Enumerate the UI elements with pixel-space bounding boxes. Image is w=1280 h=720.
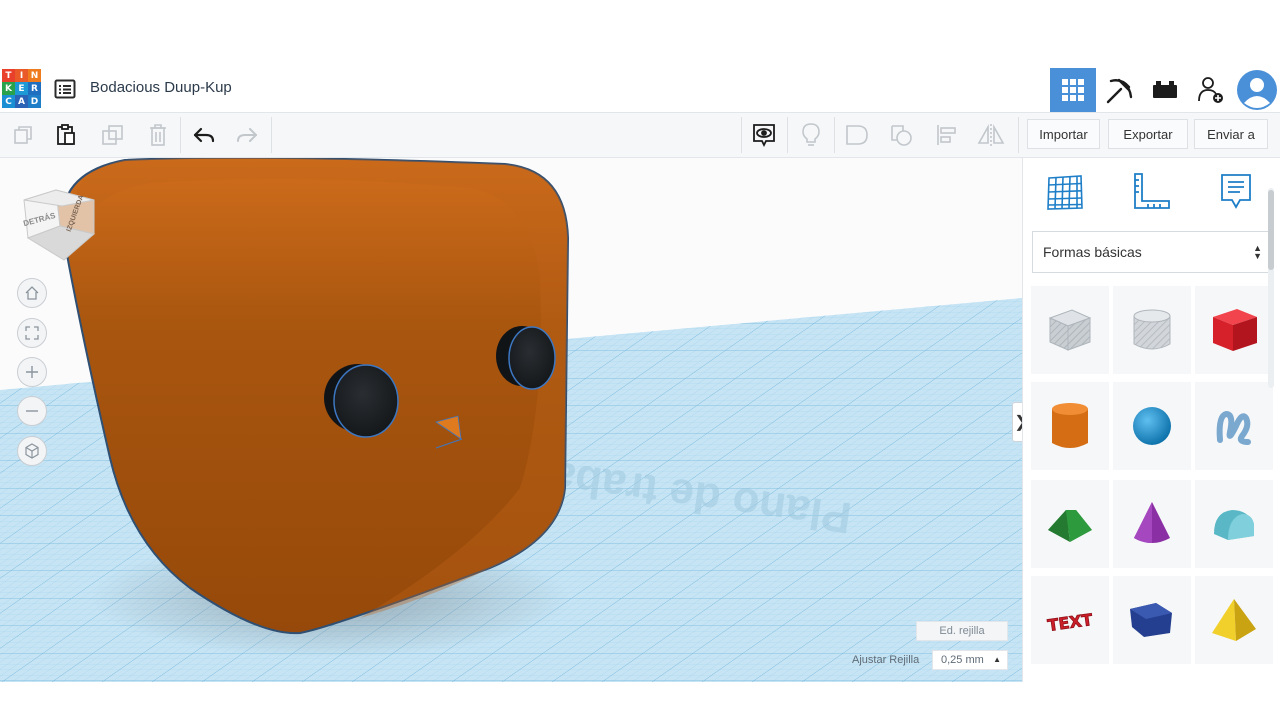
shapes-panel: Formas básicas ▲ ▼ TEXT <box>1022 158 1280 682</box>
tinkercad-app: T I N K E R C A D Bodacious Duup-Kup Imp… <box>0 68 1280 682</box>
logo-letter: C <box>2 95 15 108</box>
logo-letter: K <box>2 82 15 95</box>
send-to-button[interactable]: Enviar a <box>1194 119 1268 149</box>
undo-icon[interactable] <box>189 120 219 150</box>
3d-design-grid-icon[interactable] <box>1050 68 1096 112</box>
snap-grid-label: Ajustar Rejilla <box>852 654 920 666</box>
zoom-out-icon[interactable] <box>17 396 47 426</box>
home-icon[interactable] <box>17 278 47 308</box>
perspective-icon[interactable] <box>17 436 47 466</box>
duplicate-icon[interactable] <box>98 120 128 150</box>
collapse-panel-button[interactable]: ❯ <box>1012 402 1022 442</box>
group-icon[interactable] <box>842 120 872 150</box>
shape-scribble[interactable] <box>1195 382 1273 470</box>
toolbar-separator <box>834 117 835 153</box>
export-button[interactable]: Exportar <box>1108 119 1188 149</box>
3d-viewport[interactable]: Plano de trabajo DETRÁS IZQUIERDA Ed. re… <box>0 158 1022 682</box>
align-icon[interactable] <box>932 120 962 150</box>
shape-sphere[interactable] <box>1113 382 1191 470</box>
snap-grid-select[interactable]: 0,25 mm ▲ <box>932 650 1008 670</box>
toolbar-separator <box>741 117 742 153</box>
pickaxe-icon[interactable] <box>1096 68 1142 112</box>
ruler-icon[interactable] <box>1129 170 1173 214</box>
shape-round-roof[interactable] <box>1195 480 1273 568</box>
redo-icon[interactable] <box>232 120 262 150</box>
notes-eye-icon[interactable] <box>749 120 779 150</box>
light-bulb-icon[interactable] <box>796 120 826 150</box>
edit-toolbar: Importar Exportar Enviar a <box>0 113 1280 158</box>
caret-up-icon: ▲ <box>993 655 1001 664</box>
shape-text[interactable]: TEXT <box>1031 576 1109 664</box>
shape-pyramid[interactable] <box>1195 576 1273 664</box>
mirror-icon[interactable] <box>976 120 1006 150</box>
add-user-icon[interactable] <box>1188 68 1234 112</box>
zoom-in-icon[interactable] <box>17 357 47 387</box>
shape-cylinder-hole[interactable] <box>1113 286 1191 374</box>
shape-library-value: Formas básicas <box>1043 244 1142 260</box>
shape-library-select[interactable]: Formas básicas ▲ ▼ <box>1032 231 1271 273</box>
design-list-icon[interactable] <box>54 78 76 100</box>
select-arrows-icon: ▲ ▼ <box>1253 243 1262 261</box>
logo-letter: I <box>15 69 28 82</box>
ungroup-icon[interactable] <box>887 120 917 150</box>
toolbar-separator <box>787 117 788 153</box>
toolbar-separator <box>1018 117 1019 153</box>
workplane-grid-icon[interactable] <box>1043 170 1087 214</box>
view-cube[interactable]: DETRÁS IZQUIERDA <box>18 182 102 266</box>
toolbar-separator <box>271 117 272 153</box>
copy-icon[interactable] <box>8 120 38 150</box>
paste-icon[interactable] <box>51 120 81 150</box>
logo-letter: E <box>15 82 28 95</box>
shape-roof[interactable] <box>1031 480 1109 568</box>
text-shape-glyph: TEXT <box>1046 610 1093 635</box>
logo-letter: T <box>2 69 15 82</box>
top-right-icons <box>1050 68 1280 112</box>
shape-box[interactable] <box>1195 286 1273 374</box>
toolbar-separator <box>180 117 181 153</box>
logo-letter: D <box>28 95 41 108</box>
shape-cone[interactable] <box>1113 480 1191 568</box>
edit-grid-button[interactable]: Ed. rejilla <box>916 621 1008 641</box>
logo-letter: N <box>28 69 41 82</box>
top-bar: T I N K E R C A D Bodacious Duup-Kup <box>0 68 1280 113</box>
delete-icon[interactable] <box>143 120 173 150</box>
shape-cylinder[interactable] <box>1031 382 1109 470</box>
project-title[interactable]: Bodacious Duup-Kup <box>90 79 232 96</box>
tinkercad-logo[interactable]: T I N K E R C A D <box>2 69 42 109</box>
shape-box-hole[interactable] <box>1031 286 1109 374</box>
snap-grid-value: 0,25 mm <box>941 654 984 666</box>
logo-letter: R <box>28 82 41 95</box>
fit-view-icon[interactable] <box>17 318 47 348</box>
panel-scrollbar-thumb[interactable] <box>1268 190 1274 270</box>
workplane-scene[interactable]: Plano de trabajo <box>0 158 1022 682</box>
avatar-icon[interactable] <box>1234 68 1280 112</box>
logo-letter: A <box>15 95 28 108</box>
import-button[interactable]: Importar <box>1027 119 1100 149</box>
brick-icon[interactable] <box>1142 68 1188 112</box>
notes-icon[interactable] <box>1214 170 1258 214</box>
shape-polygon[interactable] <box>1113 576 1191 664</box>
